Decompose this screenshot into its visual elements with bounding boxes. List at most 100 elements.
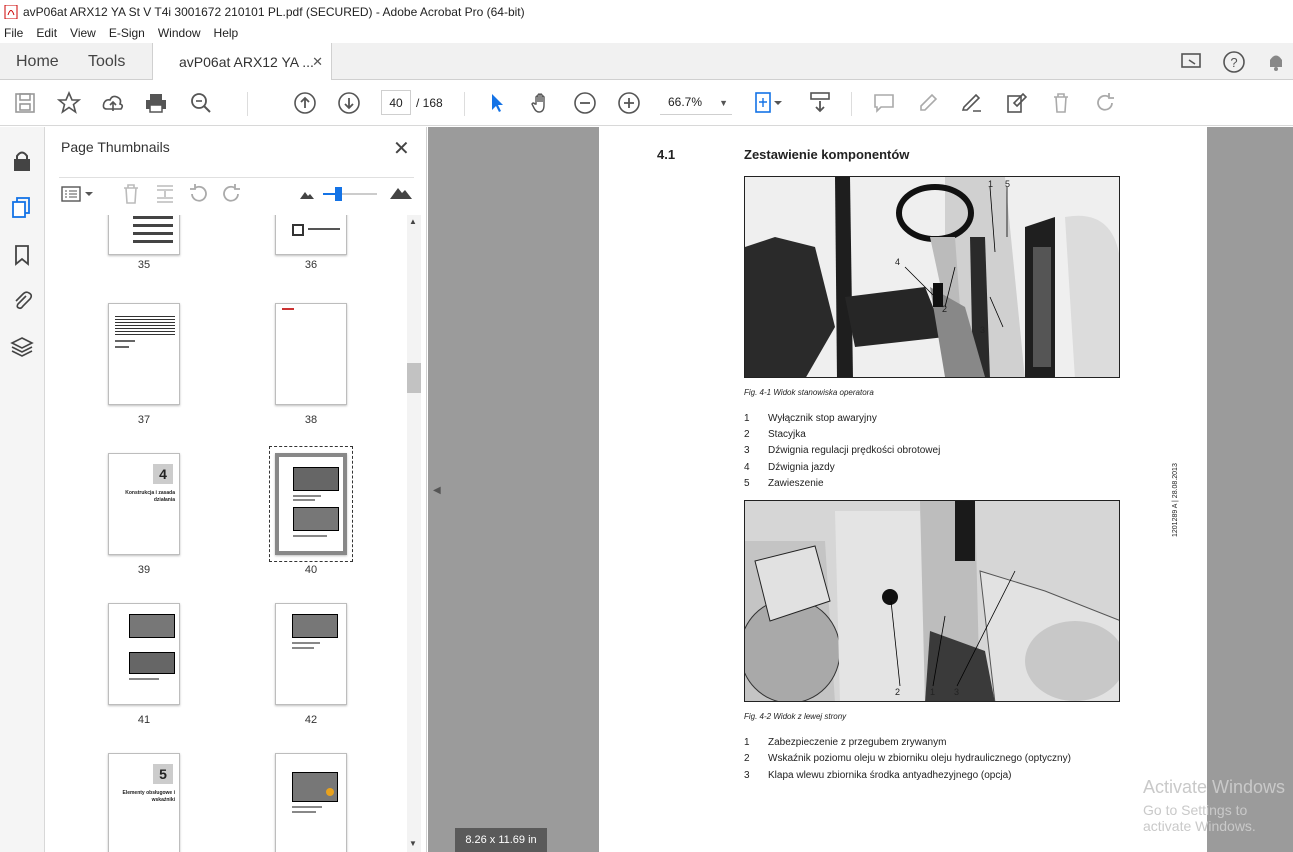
highlight-pen-icon[interactable] [916,91,940,115]
large-thumbnails-icon[interactable] [389,184,413,200]
document-revision-text: 1201289 A | 28.08.2013 [1172,463,1179,537]
thumbnail-label: 37 [137,414,151,426]
tab-bar: Home Tools avP06at ARX12 YA ... ✕ ? [0,43,1293,81]
page-number-input[interactable]: 40 [381,90,411,115]
chapter-heading: Konstrukcja i zasada działania [125,490,175,503]
small-thumbnails-icon[interactable] [299,188,315,200]
slider-handle[interactable] [335,187,342,201]
attachments-icon[interactable] [10,289,34,313]
fit-page-dropdown-icon[interactable] [772,91,784,115]
figure-caption: Fig. 4-2 Widok z lewej strony [744,712,847,721]
collapse-panel-icon[interactable]: ◀ [433,485,441,496]
select-cursor-icon[interactable] [485,91,509,115]
zoom-in-icon[interactable] [617,91,641,115]
thumbnail-list: 35 36 37 38 4 Konstrukcja i zasada dział… [45,215,407,852]
tab-bar-icons: ? [1179,43,1293,80]
share-screen-icon[interactable] [1179,49,1205,75]
close-tab-icon[interactable]: ✕ [312,54,323,70]
left-side-illustration [745,501,1119,701]
find-zoom-icon[interactable] [189,91,213,115]
activation-watermark-text: Go to Settings to activate Windows. [1143,802,1256,834]
callout-3: 3 [954,687,960,697]
scroll-mode-icon[interactable] [808,91,832,115]
page-thumbnails-icon[interactable] [10,195,34,219]
print-icon[interactable] [144,91,168,115]
page-thumbnail-41[interactable] [108,603,180,705]
comment-icon[interactable] [872,91,896,115]
thumbnail-label: 42 [304,714,318,726]
close-panel-icon[interactable]: ✕ [393,136,410,161]
thumbnail-label: 41 [137,714,151,726]
delete-pages-icon[interactable] [119,182,143,206]
upload-cloud-icon[interactable] [101,91,125,115]
title-bar: avP06at ARX12 YA St V T4i 3001672 210101… [0,0,1293,23]
redo-icon[interactable] [1093,91,1117,115]
page-thumbnail-39[interactable]: 4 Konstrukcja i zasada działania [108,453,180,555]
zoom-dropdown-icon: ▼ [719,98,728,108]
menu-window[interactable]: Window [158,26,201,40]
page-thumbnail-44[interactable] [275,753,347,852]
chapter-number: 4 [153,464,173,484]
hand-tool-icon[interactable] [529,91,553,115]
bookmarks-icon[interactable] [10,243,34,267]
menu-help[interactable]: Help [214,26,239,40]
bookmark-star-icon[interactable] [57,91,81,115]
main-toolbar [0,80,1293,126]
layers-icon[interactable] [10,335,34,359]
toolbar-separator [851,92,852,116]
menu-edit[interactable]: Edit [36,26,57,40]
callout-2: 2 [895,687,901,697]
edit-pdf-icon[interactable] [1005,91,1029,115]
menu-esign[interactable]: E-Sign [109,26,145,40]
thumbnail-options-icon[interactable] [61,184,95,204]
panel-title: Page Thumbnails [61,139,170,155]
callout-1: 1 [988,179,994,189]
save-icon[interactable] [13,91,37,115]
page-thumbnail-43[interactable]: 5 Elementy obsługowe i wskaźniki [108,753,180,852]
thumbnail-label: 39 [137,564,151,576]
scroll-up-icon[interactable]: ▲ [409,217,417,226]
document-canvas[interactable]: ◀ 4.1 Zestawienie komponentów 1 5 4 2 3 … [428,127,1293,852]
callout-1: 1 [930,687,936,697]
thumbnail-label: 36 [304,259,318,271]
page-size-indicator: 8.26 x 11.69 in [455,828,547,852]
delete-icon[interactable] [1049,91,1073,115]
menu-view[interactable]: View [70,26,96,40]
page-thumbnail-35[interactable] [108,215,180,255]
help-icon[interactable]: ? [1221,49,1247,75]
page-thumbnail-40[interactable] [275,453,347,555]
operator-station-illustration [745,177,1119,377]
page-thumbnail-38[interactable] [275,303,347,405]
sign-icon[interactable] [960,91,984,115]
pdf-page: 4.1 Zestawienie komponentów 1 5 4 2 3 Fi… [599,127,1207,852]
thumbnail-label: 40 [304,564,318,576]
tab-document[interactable]: avP06at ARX12 YA ... ✕ [152,43,332,81]
extract-pages-icon[interactable] [153,182,177,206]
next-page-icon[interactable] [337,91,361,115]
zoom-select[interactable]: 66.7% ▼ [660,90,732,115]
section-title: Zestawienie komponentów [744,147,910,162]
window-title: avP06at ARX12 YA St V T4i 3001672 210101… [23,4,525,19]
figure-left-side-view: 2 1 3 [744,500,1120,702]
page-thumbnail-37[interactable] [108,303,180,405]
zoom-out-icon[interactable] [573,91,597,115]
tab-document-label: avP06at ARX12 YA ... [179,54,314,70]
left-navigation-rail [0,127,45,852]
scroll-down-icon[interactable]: ▼ [409,839,417,848]
lock-icon[interactable] [10,149,34,173]
rotate-right-icon[interactable] [219,182,243,206]
previous-page-icon[interactable] [293,91,317,115]
page-thumbnail-42[interactable] [275,603,347,705]
page-thumbnail-36[interactable] [275,215,347,255]
menu-file[interactable]: File [4,26,23,40]
thumbnail-scrollbar[interactable]: ▲ ▼ [407,215,421,852]
tab-home[interactable]: Home [16,43,59,80]
chapter-heading: Elementy obsługowe i wskaźniki [122,790,175,803]
acrobat-icon [4,4,18,19]
rotate-left-icon[interactable] [187,182,211,206]
tab-tools[interactable]: Tools [88,43,125,80]
toolbar-separator [247,92,248,116]
scrollbar-thumb[interactable] [407,363,421,393]
notifications-icon[interactable] [1263,49,1289,75]
thumbnail-label: 38 [304,414,318,426]
